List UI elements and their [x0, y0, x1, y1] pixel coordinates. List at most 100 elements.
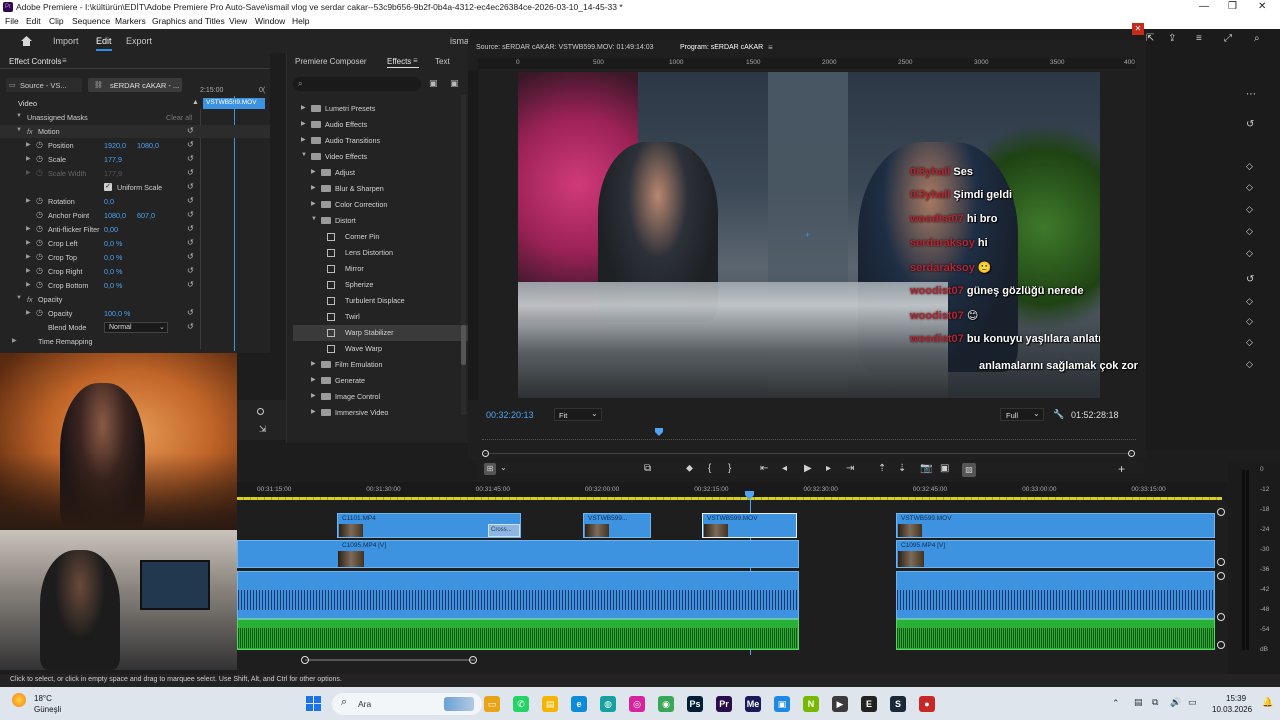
- effects-search-input[interactable]: ⌕: [293, 77, 421, 91]
- track-handle[interactable]: [1217, 508, 1225, 516]
- clock-date[interactable]: 10.03.2026: [1212, 705, 1252, 714]
- effects-tree-item[interactable]: ▼ Distort: [293, 213, 468, 229]
- step-forward-icon[interactable]: ▸: [826, 463, 831, 474]
- epic-icon[interactable]: E: [861, 696, 877, 712]
- clip-v1-c1095-a[interactable]: C1095.MP4 [V]: [237, 540, 799, 568]
- chevron-right-icon[interactable]: ▶: [311, 360, 316, 367]
- time-remapping-row[interactable]: ▶ Time Remapping: [0, 335, 270, 348]
- audio-clip-a2-b[interactable]: [896, 619, 1215, 650]
- chevron-right-icon[interactable]: ▶: [301, 136, 306, 143]
- monitor-mini-ruler[interactable]: [482, 432, 1136, 440]
- blend-mode-select[interactable]: Normal ⌄: [104, 322, 168, 333]
- windows-start-icon[interactable]: [306, 696, 322, 712]
- menu-markers[interactable]: Markers: [115, 16, 146, 26]
- nvidia-icon[interactable]: N: [803, 696, 819, 712]
- resize-icon[interactable]: ⤢: [1224, 33, 1232, 44]
- workspace-tab-export[interactable]: Export: [126, 36, 152, 46]
- whatsapp-icon[interactable]: ✆: [513, 696, 529, 712]
- keyframe-icon[interactable]: ◇: [1246, 359, 1253, 370]
- opacity-value[interactable]: 100,0 %: [104, 309, 130, 318]
- clock-time[interactable]: 15:39: [1226, 694, 1246, 703]
- keyframe-icon[interactable]: ◇: [1246, 316, 1253, 327]
- timeline-zoom-handle-left[interactable]: [301, 656, 309, 664]
- tab-effects[interactable]: Effects: [387, 57, 411, 66]
- workspaces-icon[interactable]: ≡: [1196, 33, 1202, 44]
- go-to-out-icon[interactable]: ⇥: [846, 463, 854, 474]
- keyframe-icon[interactable]: ◇: [1246, 296, 1253, 307]
- zoom-handle-right[interactable]: [1128, 450, 1135, 457]
- chevron-right-icon[interactable]: ▶: [311, 408, 316, 415]
- uniform-scale-checkbox[interactable]: ✓: [104, 183, 112, 191]
- menu-clip[interactable]: Clip: [49, 16, 64, 26]
- track-handle[interactable]: [1217, 641, 1225, 649]
- crop-bottom-value[interactable]: 0,0 %: [104, 281, 122, 290]
- program-timecode[interactable]: 00:32:20:13: [486, 410, 534, 420]
- anchor-y-value[interactable]: 607,0: [137, 211, 155, 220]
- effects-tree-item[interactable]: ▼ Video Effects: [293, 149, 468, 165]
- more-menu-icon[interactable]: ⋯: [1246, 89, 1256, 100]
- chevron-right-icon[interactable]: ▶: [311, 168, 316, 175]
- search-icon[interactable]: ⌕: [1254, 33, 1260, 44]
- effects-tree-item[interactable]: ▶ Audio Effects: [293, 117, 468, 133]
- files-icon[interactable]: ▤: [542, 696, 558, 712]
- lift-icon[interactable]: ⇡: [878, 463, 886, 474]
- maximize-icon[interactable]: ❐: [1228, 1, 1237, 12]
- menu-window[interactable]: Window: [255, 16, 285, 26]
- position-y-value[interactable]: 1080,0: [137, 141, 159, 150]
- accelerated-effects-icon[interactable]: ▣: [429, 78, 438, 89]
- crop-right-value[interactable]: 0,0 %: [104, 267, 122, 276]
- menu-sequence[interactable]: Sequence: [72, 16, 110, 26]
- timeline-zoom-handle-right[interactable]: [469, 656, 477, 664]
- zoom-handle-left[interactable]: [482, 450, 489, 457]
- menu-graphics[interactable]: Graphics and Titles: [152, 16, 225, 26]
- monitor-playhead-icon[interactable]: [654, 428, 665, 438]
- opacity-section-row[interactable]: ▼ fx Opacity: [0, 293, 270, 306]
- scale-value[interactable]: 177,9: [104, 155, 122, 164]
- effects-tree-item[interactable]: Lens Distortion: [293, 245, 468, 261]
- menu-file[interactable]: File: [5, 16, 19, 26]
- chevron-right-icon[interactable]: ▶: [311, 200, 316, 207]
- folder-icon[interactable]: ▭: [484, 696, 500, 712]
- cross-dissolve-transition[interactable]: Cross...: [488, 524, 520, 537]
- quick-export-icon[interactable]: ⇱: [1146, 33, 1154, 44]
- share-icon[interactable]: ⇪: [1168, 33, 1176, 44]
- effects-scrollbar[interactable]: [461, 95, 466, 415]
- panel-menu-icon[interactable]: ≡: [413, 56, 418, 65]
- game-icon[interactable]: ●: [919, 696, 935, 712]
- monitor-zoom-scrollbar[interactable]: [484, 453, 1132, 454]
- keyframe-icon[interactable]: ◇: [1246, 204, 1253, 215]
- keyframe-icon[interactable]: ◇: [1246, 337, 1253, 348]
- keyframe-icon[interactable]: ◇: [1246, 161, 1253, 172]
- chevron-right-icon[interactable]: ▶: [311, 376, 316, 383]
- keyframe-icon[interactable]: ◇: [1246, 248, 1253, 259]
- chevron-down-icon[interactable]: ▼: [311, 216, 317, 222]
- effects-tree-item[interactable]: ▶ Color Correction: [293, 197, 468, 213]
- menu-help[interactable]: Help: [292, 16, 309, 26]
- minimize-icon[interactable]: —: [1199, 1, 1209, 12]
- effects-tree-item[interactable]: Corner Pin: [293, 229, 468, 245]
- source-monitor-tab[interactable]: Source: sERDAR cAKAR: VSTWB599.MOV: 01:4…: [476, 44, 654, 51]
- workspace-tab-edit[interactable]: Edit: [96, 36, 112, 51]
- effect-controls-title[interactable]: Effect Controls: [9, 57, 61, 66]
- photoshop-icon[interactable]: Ps: [687, 696, 703, 712]
- close-icon[interactable]: ✕: [1132, 23, 1144, 35]
- mark-in-icon[interactable]: {: [708, 463, 711, 474]
- premiere-icon[interactable]: Pr: [716, 696, 732, 712]
- audio-clip-a2-a[interactable]: [237, 619, 799, 650]
- effects-tree-item[interactable]: Wave Warp: [293, 341, 468, 357]
- compare-view-icon[interactable]: ⧉: [644, 463, 651, 474]
- track-handle[interactable]: [1217, 613, 1225, 621]
- crop-top-value[interactable]: 0,0 %: [104, 253, 122, 262]
- yuv-effects-icon[interactable]: ▣: [450, 78, 459, 89]
- effects-tree-item[interactable]: Warp Stabilizer: [293, 325, 468, 341]
- tab-text[interactable]: Text: [435, 57, 450, 66]
- step-back-icon[interactable]: ◂: [782, 463, 787, 474]
- effects-tree-item[interactable]: ▶ Blur & Sharpen: [293, 181, 468, 197]
- weather-sun-icon[interactable]: [12, 693, 26, 707]
- home-icon[interactable]: [20, 35, 33, 47]
- track-handle[interactable]: [1217, 572, 1225, 580]
- chevron-right-icon[interactable]: ▶: [301, 120, 306, 127]
- antiflicker-value[interactable]: 0,00: [104, 225, 118, 234]
- overlay-icon[interactable]: ▣: [940, 463, 949, 474]
- app-icon[interactable]: ▣: [774, 696, 790, 712]
